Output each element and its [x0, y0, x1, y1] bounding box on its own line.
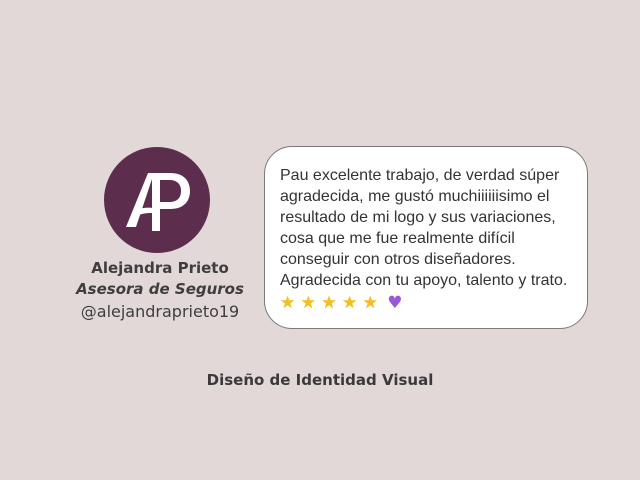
- star-icon: ★: [341, 293, 358, 313]
- star-icon: ★: [321, 293, 337, 313]
- star-icon: ★: [300, 293, 316, 313]
- star-icon: ★: [280, 293, 296, 313]
- service-title: Diseño de Identidad Visual: [206, 371, 434, 389]
- profile-handle: @alejandraprieto19: [80, 302, 240, 321]
- profile-logo: [104, 147, 210, 253]
- ap-monogram-icon: [126, 173, 190, 231]
- star-icon: ★: [362, 293, 378, 313]
- rating-stars: ★ ★ ★ ★ ★ ♥: [280, 292, 577, 314]
- review-bubble: Pau excelente trabajo, de verdad súper a…: [264, 146, 588, 329]
- purple-heart-icon: ♥: [387, 293, 403, 313]
- profile-role: Asesora de Seguros: [76, 280, 244, 298]
- profile-name: Alejandra Prieto: [91, 259, 229, 277]
- review-text: Pau excelente trabajo, de verdad súper a…: [280, 167, 568, 289]
